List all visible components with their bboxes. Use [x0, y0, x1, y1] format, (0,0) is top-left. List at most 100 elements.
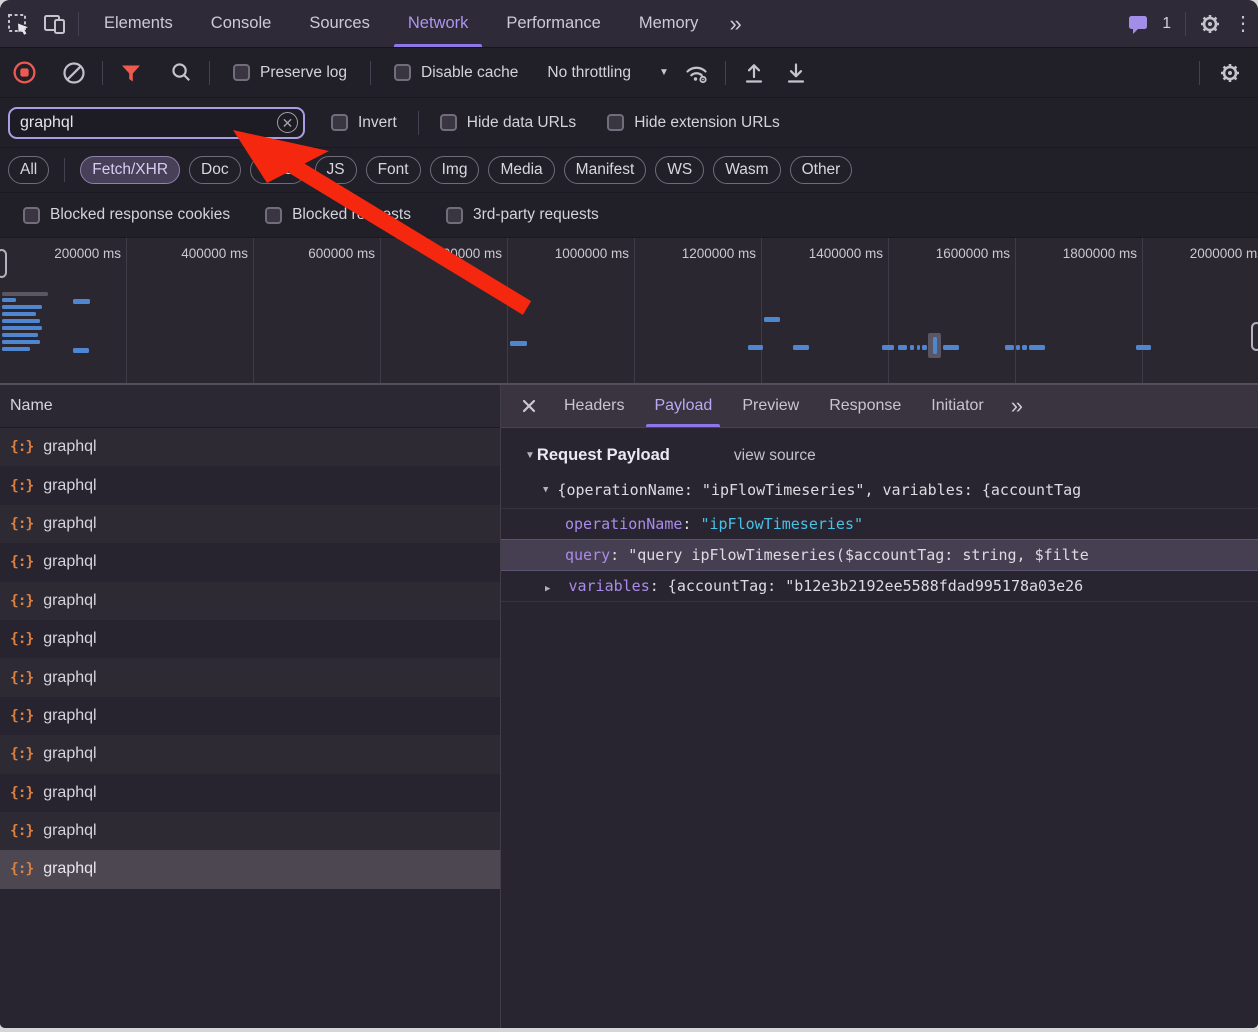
- invert-label: Invert: [358, 113, 397, 131]
- hide-extension-urls-checkbox: [607, 114, 625, 131]
- overflow-menu-icon[interactable]: ⋮: [1228, 6, 1258, 42]
- payload-row-variables[interactable]: ▶ variables: {accountTag: "b12e3b2192ee5…: [501, 571, 1258, 601]
- throttling-select[interactable]: No throttling ▼: [547, 64, 668, 82]
- details-tab-response[interactable]: Response: [814, 385, 916, 427]
- chip-other[interactable]: Other: [789, 156, 853, 184]
- timeline-column: 600000 ms: [254, 238, 381, 383]
- request-row[interactable]: {:} graphql: [0, 773, 500, 812]
- timeline-tick-label: 1000000 ms: [554, 246, 629, 261]
- details-tab-headers[interactable]: Headers: [549, 385, 639, 427]
- request-row[interactable]: {:} graphql: [0, 619, 500, 659]
- inspect-element-icon[interactable]: [0, 6, 36, 42]
- tab-elements[interactable]: Elements: [85, 0, 192, 47]
- tab-memory[interactable]: Memory: [620, 0, 718, 47]
- chip-css[interactable]: CSS: [249, 156, 306, 184]
- more-details-tabs-icon[interactable]: »: [999, 386, 1035, 426]
- blocked-response-cookies-checkbox: [23, 206, 40, 224]
- chip-wasm[interactable]: Wasm: [713, 156, 781, 184]
- request-row[interactable]: {:} graphql: [0, 735, 500, 774]
- request-row[interactable]: {:} graphql: [0, 428, 500, 467]
- request-row[interactable]: {:} graphql: [0, 504, 500, 544]
- chip-js[interactable]: JS: [314, 156, 357, 184]
- payload-summary-row[interactable]: ▼ {operationName: "ipFlowTimeseries", va…: [501, 475, 1258, 508]
- tab-network[interactable]: Network: [389, 0, 488, 47]
- filter-input[interactable]: [8, 106, 305, 139]
- network-conditions-icon[interactable]: [679, 55, 715, 91]
- request-row[interactable]: {:} graphql: [0, 581, 500, 620]
- 3rd-party-requests-label: 3rd-party requests: [472, 206, 599, 223]
- filter-funnel-icon[interactable]: [113, 55, 149, 91]
- type-filter-chips: All Fetch/XHR Doc CSS JS Font Img Media Manifest…: [0, 148, 1258, 193]
- request-row[interactable]: {:} graphql: [0, 811, 500, 851]
- chip-all[interactable]: All: [8, 156, 50, 184]
- details-tab-initiator[interactable]: Initiator: [916, 385, 998, 427]
- chip-font[interactable]: Font: [365, 156, 421, 184]
- timeline-column: 2000000 ms: [1143, 238, 1258, 383]
- network-settings-gear-icon[interactable]: [1212, 55, 1248, 91]
- chip-manifest[interactable]: Manifest: [563, 156, 647, 184]
- chip-media[interactable]: Media: [488, 156, 555, 184]
- details-tab-preview[interactable]: Preview: [727, 385, 814, 427]
- chip-fetch-xhr[interactable]: Fetch/XHR: [80, 156, 181, 184]
- name-column-header[interactable]: Name: [0, 385, 500, 428]
- expander-closed-icon[interactable]: ▶: [545, 584, 550, 594]
- disable-cache-toggle[interactable]: Disable cache: [394, 64, 518, 82]
- invert-toggle[interactable]: Invert: [331, 114, 397, 132]
- request-row[interactable]: {:} graphql: [0, 658, 500, 697]
- payload-key: operationName: [565, 515, 683, 533]
- overview-right-grip[interactable]: [1251, 322, 1258, 351]
- chip-ws[interactable]: WS: [655, 156, 705, 184]
- more-panels-icon[interactable]: »: [717, 2, 753, 46]
- blocked-requests-label: Blocked requests: [292, 206, 411, 223]
- request-name: graphql: [43, 553, 97, 571]
- hide-extension-urls-toggle[interactable]: Hide extension URLs: [607, 114, 780, 132]
- hide-data-urls-toggle[interactable]: Hide data URLs: [439, 114, 576, 132]
- clear-network-log-icon[interactable]: [56, 55, 92, 91]
- view-source-link[interactable]: view source: [734, 447, 816, 465]
- clear-filter-icon[interactable]: ✕: [277, 111, 298, 133]
- preserve-log-toggle[interactable]: Preserve log: [233, 64, 347, 82]
- chip-doc[interactable]: Doc: [189, 156, 241, 184]
- colon: :: [649, 577, 668, 595]
- payload-row-query-highlighted[interactable]: query: "query ipFlowTimeseries($accountT…: [501, 539, 1258, 571]
- payload-key: query: [565, 546, 611, 564]
- json-braces-icon: {:}: [10, 477, 34, 494]
- import-har-icon[interactable]: [736, 55, 772, 91]
- blocked-response-cookies-toggle[interactable]: Blocked response cookies: [23, 206, 230, 224]
- tab-console[interactable]: Console: [192, 0, 291, 47]
- timeline-tick-label: 1400000 ms: [808, 246, 883, 261]
- timeline-tick-label: 200000 ms: [54, 246, 121, 261]
- json-braces-icon: {:}: [10, 823, 34, 840]
- payload-row-operationname[interactable]: operationName: "ipFlowTimeseries": [501, 509, 1258, 539]
- details-tab-payload[interactable]: Payload: [639, 385, 727, 427]
- request-row[interactable]: {:} graphql: [0, 466, 500, 505]
- tab-performance[interactable]: Performance: [487, 0, 619, 47]
- device-toolbar-icon[interactable]: [36, 6, 72, 42]
- export-har-icon[interactable]: [778, 55, 814, 91]
- payload-value: {accountTag: "b12e3b2192ee5588fdad995178…: [667, 577, 1084, 595]
- settings-gear-icon[interactable]: [1192, 6, 1228, 42]
- 3rd-party-requests-toggle[interactable]: 3rd-party requests: [445, 206, 599, 224]
- issues-message-icon[interactable]: [1120, 6, 1156, 42]
- collapse-triangle-icon[interactable]: ▼: [525, 450, 535, 461]
- request-row[interactable]: {:} graphql: [0, 543, 500, 582]
- close-icon[interactable]: [521, 398, 537, 414]
- waterfall-bar: [882, 345, 894, 350]
- timeline-column: 1400000 ms: [762, 238, 889, 383]
- issues-count[interactable]: 1: [1162, 15, 1171, 33]
- chip-img[interactable]: Img: [429, 156, 480, 184]
- blocked-requests-toggle[interactable]: Blocked requests: [265, 206, 411, 224]
- request-row[interactable]: {:} graphql: [0, 850, 500, 889]
- request-row[interactable]: {:} graphql: [0, 696, 500, 736]
- blocked-response-cookies-label: Blocked response cookies: [50, 206, 231, 223]
- record-network-log-icon[interactable]: [6, 55, 42, 91]
- tab-sources[interactable]: Sources: [290, 0, 389, 47]
- expander-open-icon[interactable]: ▼: [543, 485, 548, 495]
- waterfall-bar: [1029, 345, 1045, 350]
- search-icon[interactable]: [163, 55, 199, 91]
- divider: [209, 60, 210, 85]
- throttling-value: No throttling: [547, 63, 631, 81]
- details-tabs: Headers Payload Preview Response Initiator: [549, 385, 999, 427]
- overview-left-grip[interactable]: [0, 249, 7, 278]
- timeline-column: 800000 ms: [381, 238, 508, 383]
